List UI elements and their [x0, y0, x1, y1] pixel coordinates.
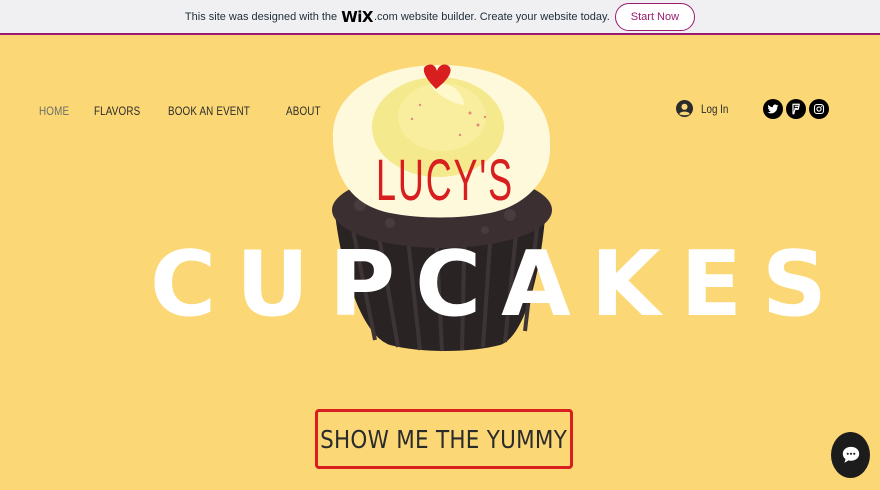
- start-now-button[interactable]: Start Now: [614, 2, 696, 31]
- wix-promo-text-before: This site was designed with the: [184, 10, 338, 23]
- chat-button[interactable]: [831, 432, 870, 478]
- wix-promo-text-after: website builder. Create your website tod…: [400, 10, 610, 23]
- twitter-icon[interactable]: [763, 99, 783, 119]
- nav-item-about[interactable]: ABOUT: [286, 104, 321, 118]
- wix-logo-suffix: .com: [374, 10, 398, 23]
- login-button[interactable]: Log In: [676, 100, 734, 117]
- foursquare-icon[interactable]: [786, 99, 806, 119]
- nav-item-flavors[interactable]: FLAVORS: [94, 104, 140, 118]
- show-me-the-yummy-button[interactable]: SHOW ME THE YUMMY: [315, 409, 573, 469]
- user-avatar-icon: [676, 100, 693, 117]
- wix-promo-banner: This site was designed with the WiX .com w…: [0, 0, 880, 35]
- nav-item-home[interactable]: HOME: [39, 104, 69, 118]
- nav-item-book-an-event[interactable]: BOOK AN EVENT: [168, 104, 250, 118]
- main-nav: HOME FLAVORS BOOK AN EVENT ABOUT: [39, 104, 329, 118]
- hero-headline: CUPCAKES: [150, 232, 847, 337]
- wix-promo-text: This site was designed with the WiX .com w…: [185, 8, 610, 26]
- brand-name: LUCY'S: [376, 148, 514, 213]
- login-label: Log In: [701, 101, 729, 116]
- social-bar: [763, 99, 829, 119]
- cta-label: SHOW ME THE YUMMY: [320, 424, 568, 454]
- wix-logo: WiX: [341, 7, 373, 26]
- chat-bubble-icon: [842, 446, 859, 463]
- instagram-icon[interactable]: [809, 99, 829, 119]
